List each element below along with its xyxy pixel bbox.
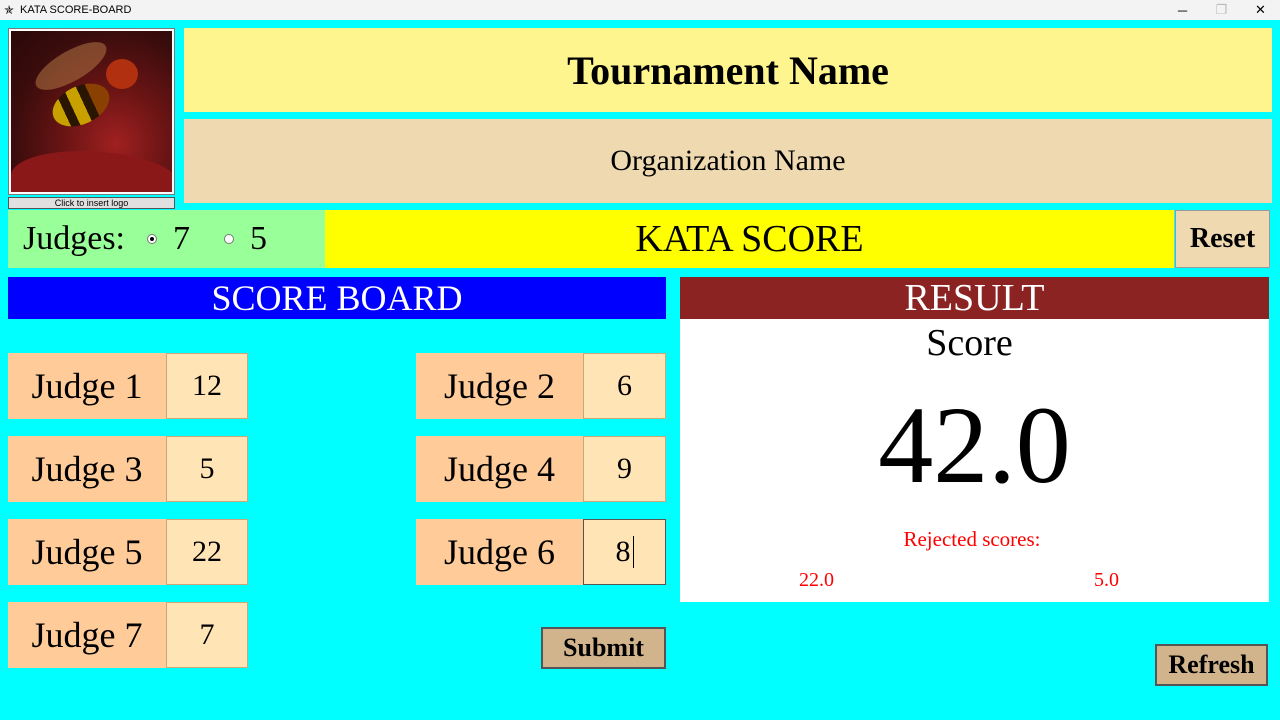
judges-label: Judges: xyxy=(23,220,125,257)
tournament-name[interactable]: Tournament Name xyxy=(184,28,1272,112)
minimize-icon[interactable]: ─ xyxy=(1163,0,1202,20)
result-panel: Score 42.0 Rejected scores: 22.0 5.0 xyxy=(680,319,1269,602)
window-title: KATA SCORE-BOARD xyxy=(20,4,132,16)
judge-1-label: Judge 1 xyxy=(8,353,166,419)
score-label: Score xyxy=(926,322,1013,364)
judges-selector: Judges: 7 5 xyxy=(8,210,325,268)
judge-3-label: Judge 3 xyxy=(8,436,166,502)
judge-4-score-input[interactable]: 9 xyxy=(583,436,666,502)
judge-2-score-input[interactable]: 6 xyxy=(583,353,666,419)
judges-option-label: 7 xyxy=(173,220,190,257)
close-icon[interactable]: ✕ xyxy=(1241,0,1280,20)
judge-3-score-input[interactable]: 5 xyxy=(166,436,248,502)
title-bar: ✯ KATA SCORE-BOARD ─ ❐ ✕ xyxy=(0,0,1280,20)
reset-button[interactable]: Reset xyxy=(1175,210,1270,268)
scoreboard-header: SCORE BOARD xyxy=(8,277,666,319)
hornet-logo-image xyxy=(11,31,172,192)
star-app-icon: ✯ xyxy=(3,3,15,17)
submit-button[interactable]: Submit xyxy=(541,627,666,669)
judge-1-score-input[interactable]: 12 xyxy=(166,353,248,419)
score-value: 42.0 xyxy=(878,384,1071,506)
judge-5-label: Judge 5 xyxy=(8,519,166,585)
radio-unselected-icon[interactable] xyxy=(224,234,234,244)
app-client-area: Click to insert logo Tournament Name Org… xyxy=(0,20,1280,720)
judge-6-score-input[interactable]: 8 xyxy=(583,519,666,585)
refresh-button[interactable]: Refresh xyxy=(1155,644,1268,686)
window-controls: ─ ❐ ✕ xyxy=(1163,0,1280,20)
judge-5-score-input[interactable]: 22 xyxy=(166,519,248,585)
kata-score-title: KATA SCORE xyxy=(325,210,1174,268)
judges-option-7[interactable]: 7 xyxy=(147,220,190,258)
judge-7-score-input[interactable]: 7 xyxy=(166,602,248,668)
maximize-icon[interactable]: ❐ xyxy=(1202,0,1241,20)
organization-name[interactable]: Organization Name xyxy=(184,119,1272,203)
insert-logo-button[interactable]: Click to insert logo xyxy=(8,197,175,209)
text-caret xyxy=(632,536,634,568)
judges-option-label: 5 xyxy=(250,220,267,257)
logo-image-button[interactable] xyxy=(8,28,175,195)
logo-rock-shape xyxy=(11,151,172,192)
judge-6-score-value: 8 xyxy=(615,535,631,568)
rejected-score-low: 5.0 xyxy=(1094,569,1119,591)
judges-option-5[interactable]: 5 xyxy=(224,220,267,258)
judge-6-label: Judge 6 xyxy=(416,519,583,585)
judge-4-label: Judge 4 xyxy=(416,436,583,502)
judge-2-label: Judge 2 xyxy=(416,353,583,419)
result-header: RESULT xyxy=(680,277,1269,319)
logo-head-shape xyxy=(106,59,138,89)
rejected-score-high: 22.0 xyxy=(799,569,834,591)
rejected-scores-label: Rejected scores: xyxy=(903,527,1041,551)
radio-selected-icon[interactable] xyxy=(147,234,157,244)
judge-7-label: Judge 7 xyxy=(8,602,166,668)
